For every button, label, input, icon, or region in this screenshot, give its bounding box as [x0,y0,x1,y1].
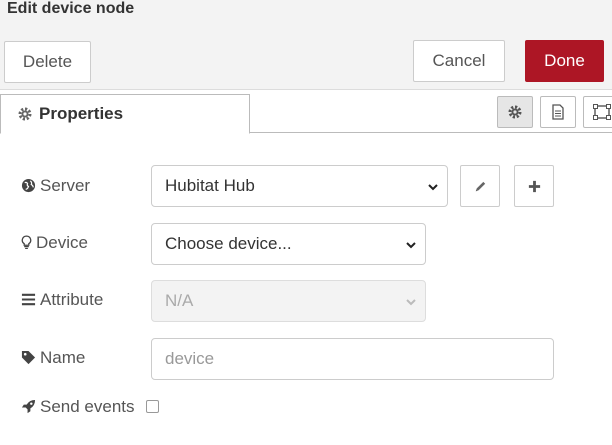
attribute-label-text: Attribute [40,290,104,309]
send-events-label-text: Send events [40,397,135,416]
rocket-icon [21,399,36,414]
server-select-value: Hubitat Hub [165,176,255,195]
attribute-label: Attribute [21,290,103,310]
tab-properties[interactable]: Properties [0,94,250,134]
tab-bar: Properties [0,90,612,134]
settings-tab-button[interactable] [497,96,533,128]
delete-button[interactable]: Delete [4,41,91,83]
gear-icon [508,105,522,119]
send-events-label: Send events [21,397,135,417]
send-events-checkbox[interactable] [146,400,159,413]
globe-icon [21,178,36,193]
name-label: Name [21,348,85,368]
device-select-value: Choose device... [165,234,292,253]
device-label: Device [21,233,88,253]
document-icon [552,104,564,120]
name-input-placeholder: device [165,349,215,368]
attribute-select: N/A [151,280,426,322]
tab-properties-label: Properties [39,104,124,123]
device-label-text: Device [36,233,88,252]
node-frame-icon [593,104,611,120]
server-label: Server [21,176,90,196]
plus-icon [528,180,541,193]
name-input[interactable]: device [151,338,554,380]
tag-icon [21,350,36,365]
chevron-down-icon [406,299,416,306]
chevron-down-icon [406,242,416,249]
tray-title: Edit device node [7,0,135,17]
attribute-select-value: N/A [165,291,194,310]
device-select[interactable]: Choose device... [151,223,426,265]
appearance-tab-button[interactable] [583,96,612,128]
server-select[interactable]: Hubitat Hub [151,165,448,207]
server-label-text: Server [40,176,91,195]
name-label-text: Name [40,348,86,367]
description-tab-button[interactable] [540,96,576,128]
pencil-icon [475,181,486,192]
done-button[interactable]: Done [525,40,604,82]
lightbulb-icon [21,235,32,250]
edit-server-button[interactable] [460,165,500,207]
list-icon [21,293,36,306]
gear-icon [18,107,32,121]
chevron-down-icon [428,184,438,191]
add-server-button[interactable] [514,165,554,207]
cancel-button[interactable]: Cancel [413,40,505,82]
tray-header: Edit device node Delete Cancel Done [0,0,612,90]
